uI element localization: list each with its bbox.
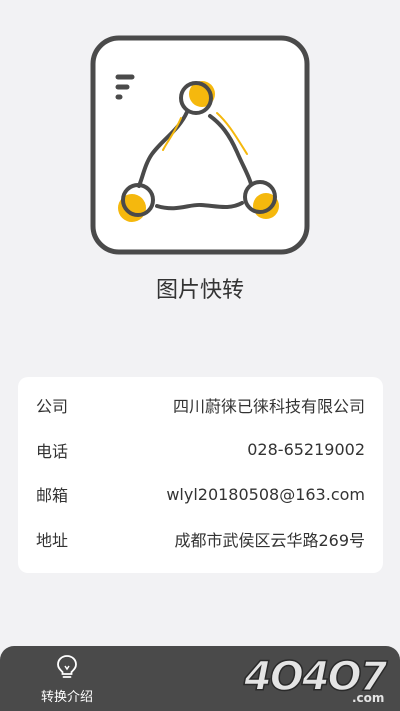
address-value: 成都市武侯区云华路269号 bbox=[174, 530, 365, 550]
tab-conversion-intro-label: 转换介绍 bbox=[40, 690, 93, 705]
watermark-sub: .com bbox=[352, 691, 384, 705]
company-value: 四川蔚徕已徕科技有限公司 bbox=[172, 397, 365, 417]
email-value[interactable]: wlyl20180508@163.com bbox=[166, 485, 365, 504]
phone-value[interactable]: 028-65219002 bbox=[247, 440, 365, 459]
address-label: 地址 bbox=[36, 530, 69, 550]
info-row-address: 地址 成都市武侯区云华路269号 bbox=[36, 517, 365, 562]
info-row-company: 公司 四川蔚徕已徕科技有限公司 bbox=[36, 383, 365, 428]
app-logo-icon bbox=[90, 35, 310, 255]
email-label: 邮箱 bbox=[36, 486, 69, 506]
phone-label: 电话 bbox=[36, 441, 69, 461]
app-title: 图片快转 bbox=[155, 278, 244, 303]
lightbulb-icon bbox=[57, 655, 77, 678]
info-row-phone[interactable]: 电话 028-65219002 bbox=[36, 428, 365, 473]
about-screen: 图片快转 公司 四川蔚徕已徕科技有限公司 电话 028-65219002 邮箱 … bbox=[0, 0, 400, 711]
tab-conversion-intro[interactable]: 转换介绍 bbox=[32, 654, 102, 705]
info-row-email[interactable]: 邮箱 wlyl20180508@163.com bbox=[36, 472, 365, 517]
watermark-logo: 4O4O7 .com bbox=[242, 653, 390, 705]
company-label: 公司 bbox=[36, 397, 69, 417]
company-info-card: 公司 四川蔚徕已徕科技有限公司 电话 028-65219002 邮箱 wlyl2… bbox=[18, 377, 383, 573]
